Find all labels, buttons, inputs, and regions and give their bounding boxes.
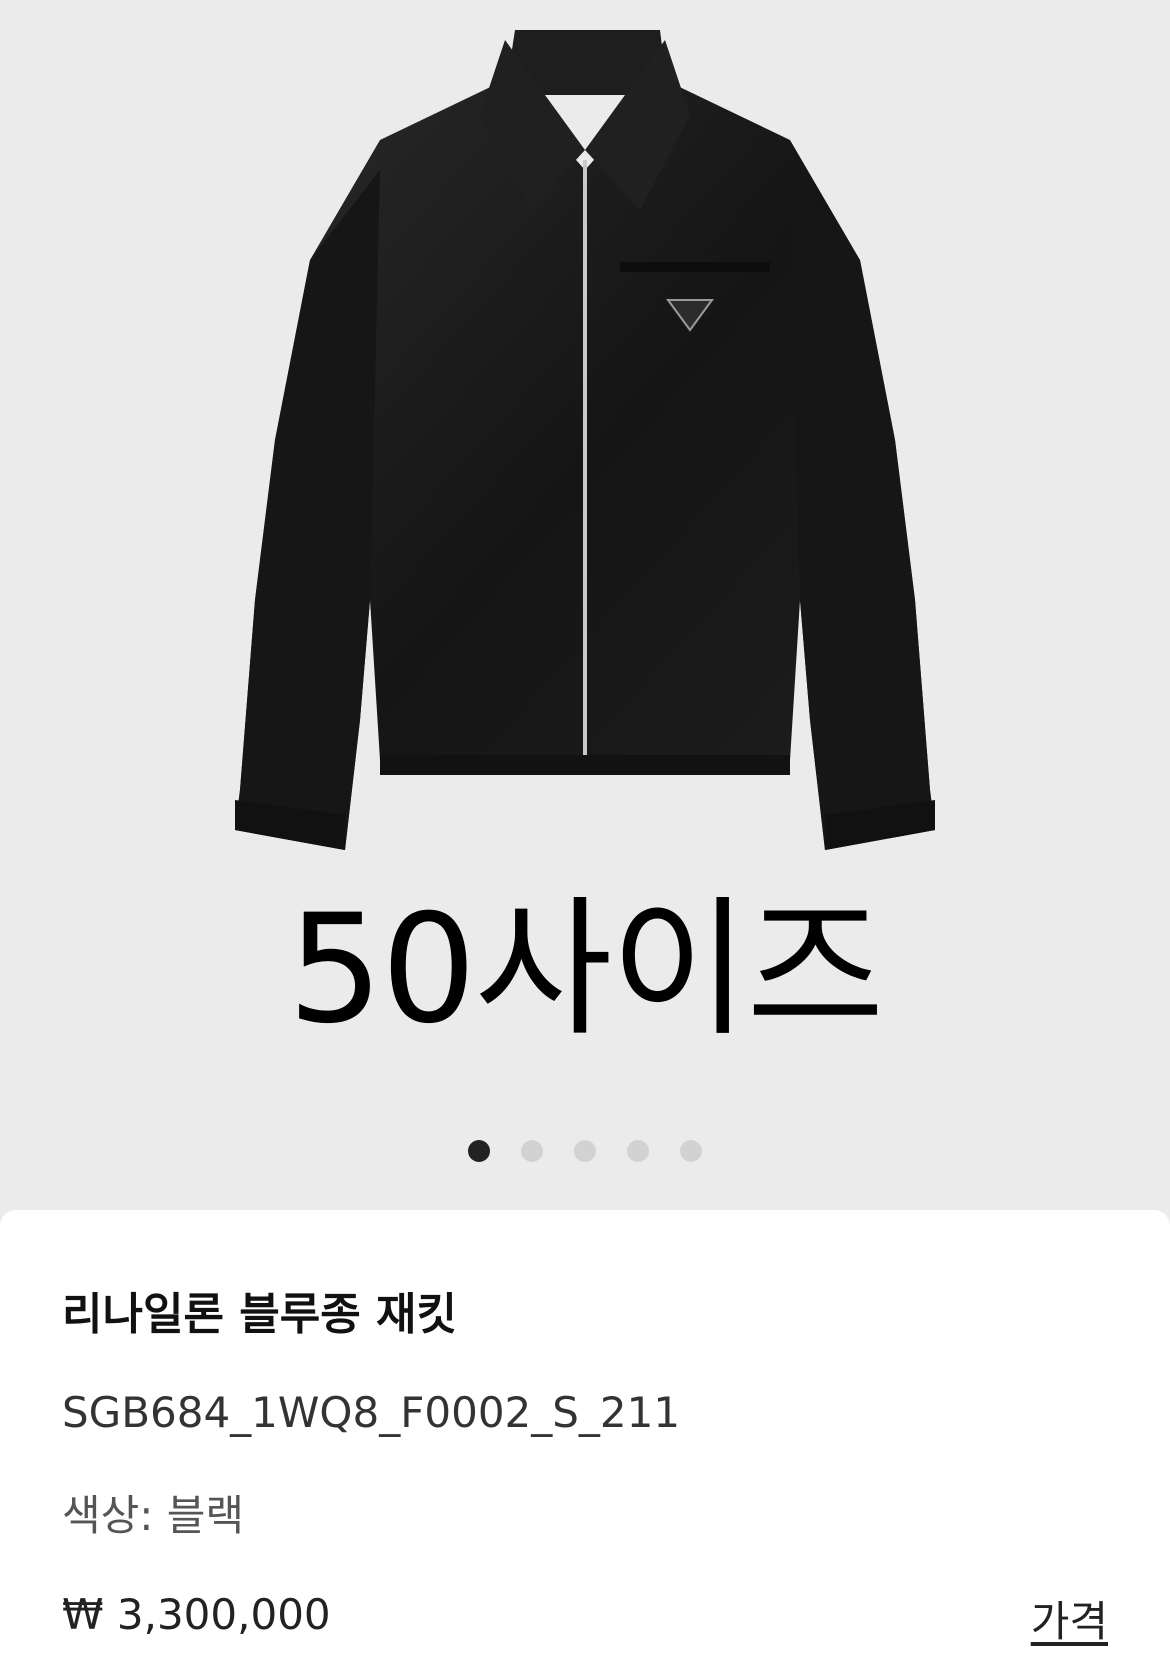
- product-image-carousel[interactable]: 50사이즈: [0, 0, 1170, 1210]
- product-price: ₩ 3,300,000: [62, 1590, 331, 1639]
- product-name: 리나일론 블루종 재킷: [62, 1289, 457, 1340]
- color-label: 색상:: [62, 1491, 154, 1540]
- carousel-dot-active[interactable]: [468, 1140, 490, 1162]
- product-info-sheet: 리나일론 블루종 재킷 SGB684_1WQ8_F0002_S_211 색상: …: [0, 1210, 1170, 1680]
- carousel-dot[interactable]: [521, 1140, 543, 1162]
- size-label-overlay: 50사이즈: [287, 883, 885, 1057]
- carousel-dot[interactable]: [627, 1140, 649, 1162]
- carousel-dot[interactable]: [680, 1140, 702, 1162]
- product-sku: SGB684_1WQ8_F0002_S_211: [62, 1388, 681, 1437]
- price-link[interactable]: 가격: [1031, 1588, 1108, 1649]
- product-color: 색상: 블랙: [62, 1482, 244, 1543]
- carousel-indicator: [0, 1140, 1170, 1164]
- color-value: 블랙: [166, 1491, 245, 1540]
- carousel-dot[interactable]: [574, 1140, 596, 1162]
